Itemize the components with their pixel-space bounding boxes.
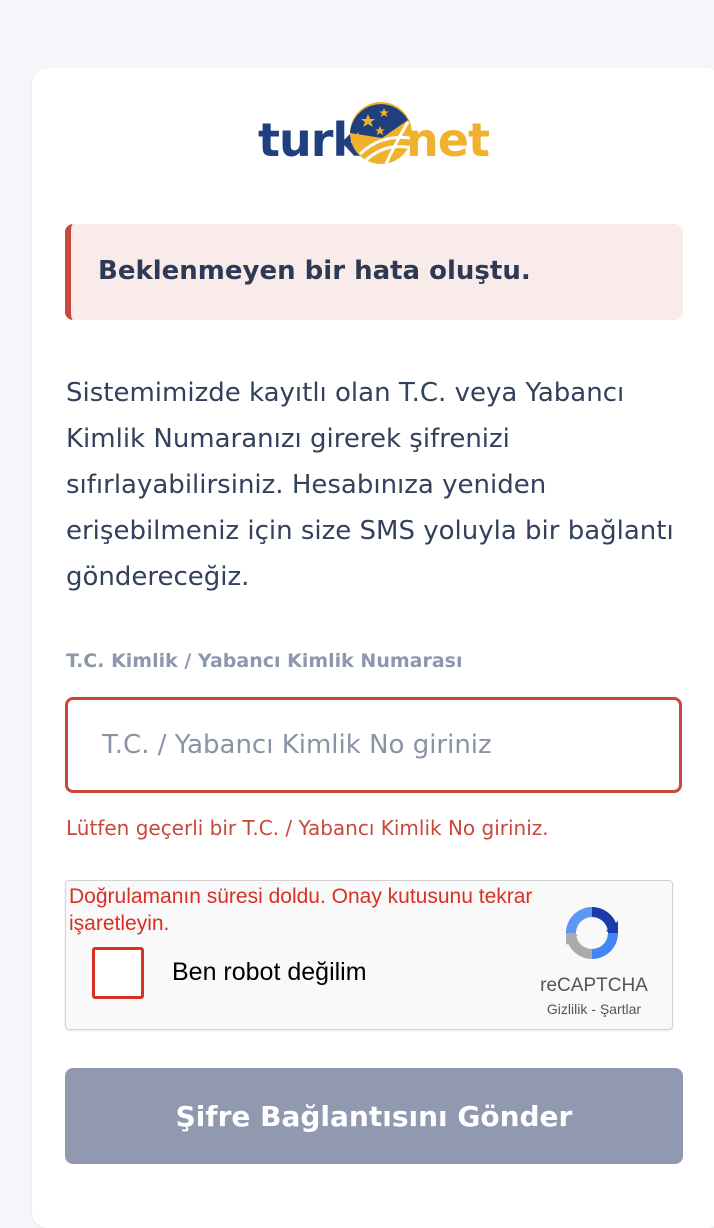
recaptcha-checkbox[interactable] <box>92 947 144 999</box>
recaptcha-widget: Doğrulamanın süresi doldu. Onay kutusunu… <box>65 880 673 1030</box>
description-text: Sistemimizde kayıtlı olan T.C. veya Yaba… <box>66 378 674 592</box>
error-alert-message: Beklenmeyen bir hata oluştu. <box>98 256 531 286</box>
recaptcha-privacy-link[interactable]: Gizlilik <box>547 1001 587 1017</box>
recaptcha-checkbox-label: Ben robot değilim <box>172 958 367 986</box>
id-field-error: Lütfen geçerli bir T.C. / Yabancı Kimlik… <box>66 816 549 840</box>
recaptcha-expired-message: Doğrulamanın süresi doldu. Onay kutusunu… <box>69 885 533 935</box>
id-field-label: T.C. Kimlik / Yabancı Kimlik Numarası <box>66 650 463 672</box>
turknet-logo: turk net <box>258 98 498 172</box>
recaptcha-brand: reCAPTCHA <box>540 975 648 996</box>
recaptcha-icon <box>566 907 618 959</box>
error-alert: Beklenmeyen bir hata oluştu. <box>65 224 683 320</box>
id-number-input[interactable] <box>65 697 682 793</box>
recaptcha-link-separator: - <box>591 1001 596 1017</box>
reset-password-card: turk net Beklenmeyen bir hata oluştu. Si… <box>32 68 714 1228</box>
recaptcha-terms-link[interactable]: Şartlar <box>600 1001 641 1017</box>
logo-text-net: net <box>406 113 490 167</box>
recaptcha-links: Gizlilik - Şartlar <box>534 1001 654 1017</box>
send-reset-link-button[interactable]: Şifre Bağlantısını Gönder <box>65 1068 683 1164</box>
